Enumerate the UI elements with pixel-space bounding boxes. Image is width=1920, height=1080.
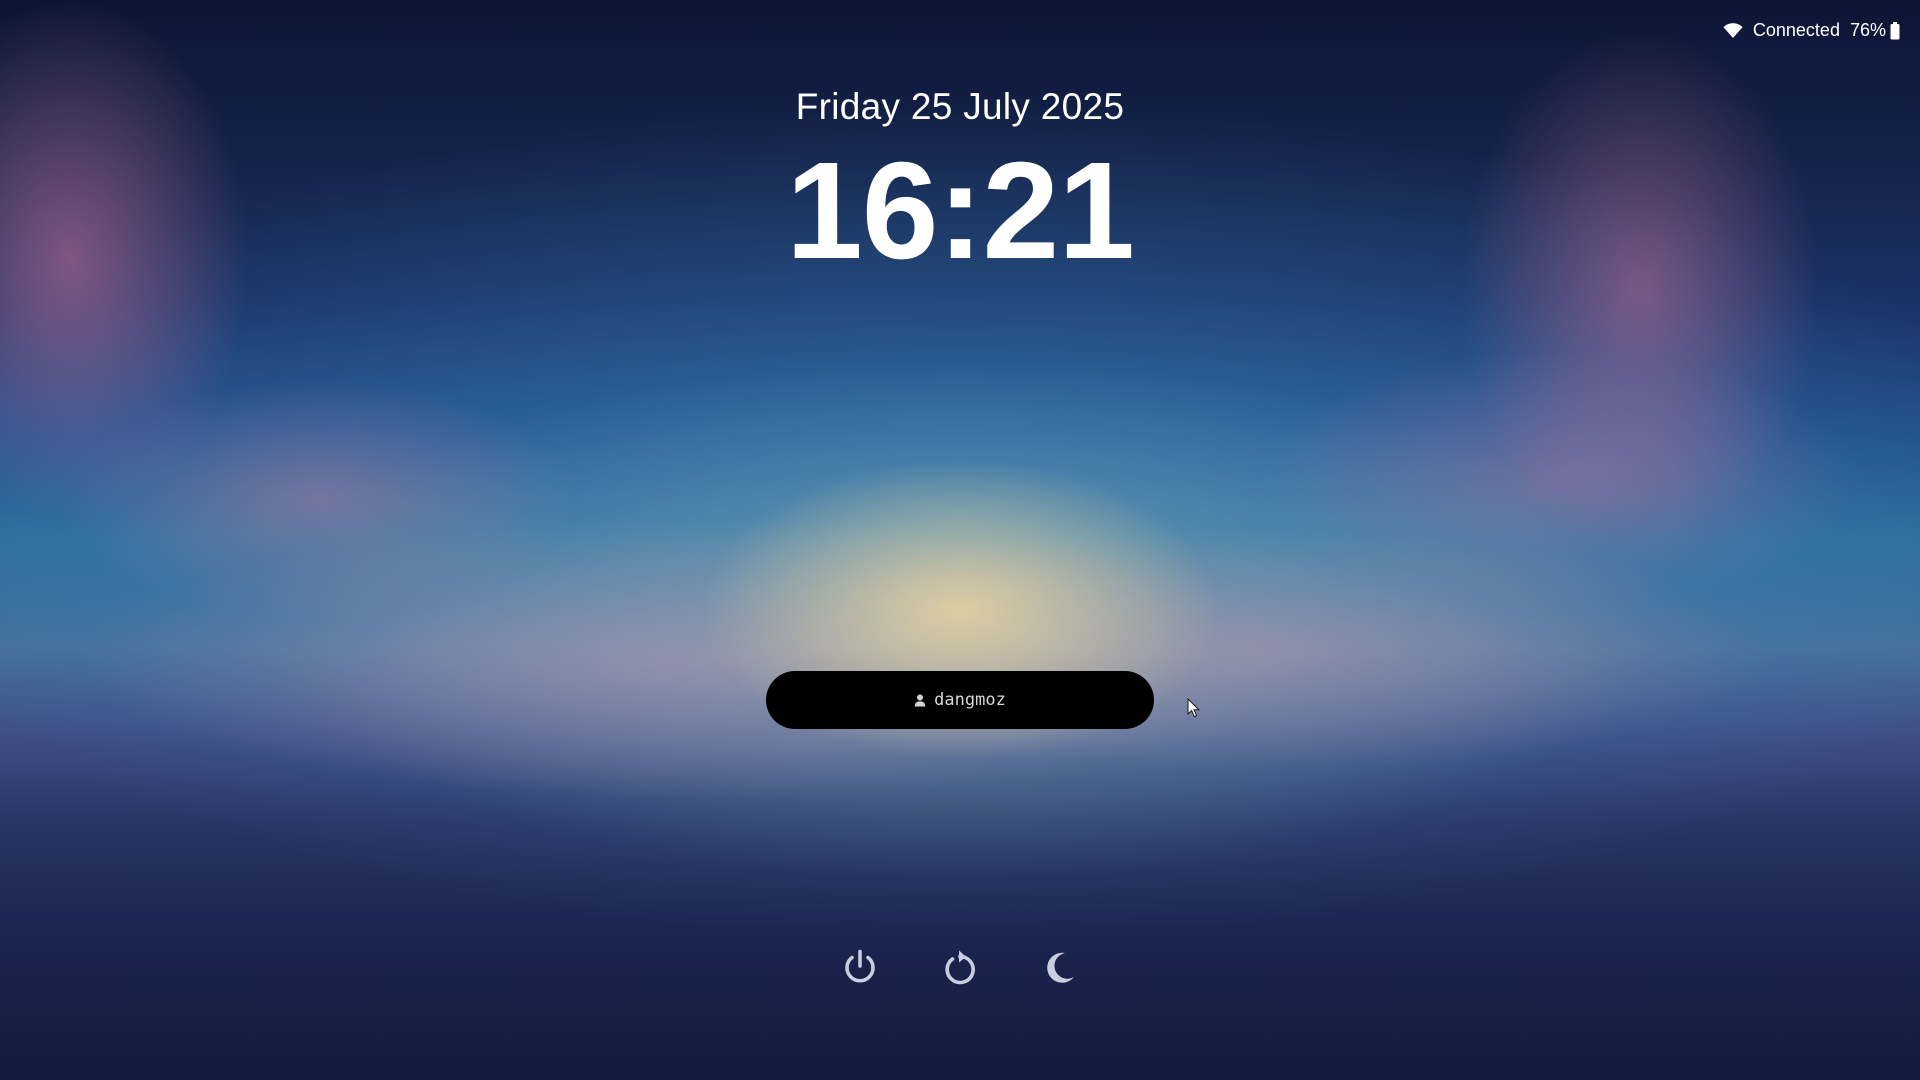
shutdown-button[interactable] [838,946,882,990]
mouse-pointer-icon [1187,698,1201,718]
power-actions [0,946,1920,990]
battery-percentage: 76% [1849,20,1886,40]
wifi-icon [1723,22,1743,39]
system-status: Connected 76% [1723,20,1900,41]
power-icon [842,949,878,987]
suspend-button[interactable] [1038,946,1082,990]
user-icon [914,694,926,707]
network-status-label: Connected [1752,20,1840,40]
battery-icon [1890,21,1900,40]
user-selector-button[interactable]: dangmoz [766,671,1154,729]
username-label: dangmoz [934,690,1006,710]
time-display: 16:21 [786,134,1135,288]
reboot-button[interactable] [938,946,982,990]
restart-icon [942,949,978,987]
date-display: Friday 25 July 2025 [795,86,1125,127]
moon-icon [1043,950,1077,986]
